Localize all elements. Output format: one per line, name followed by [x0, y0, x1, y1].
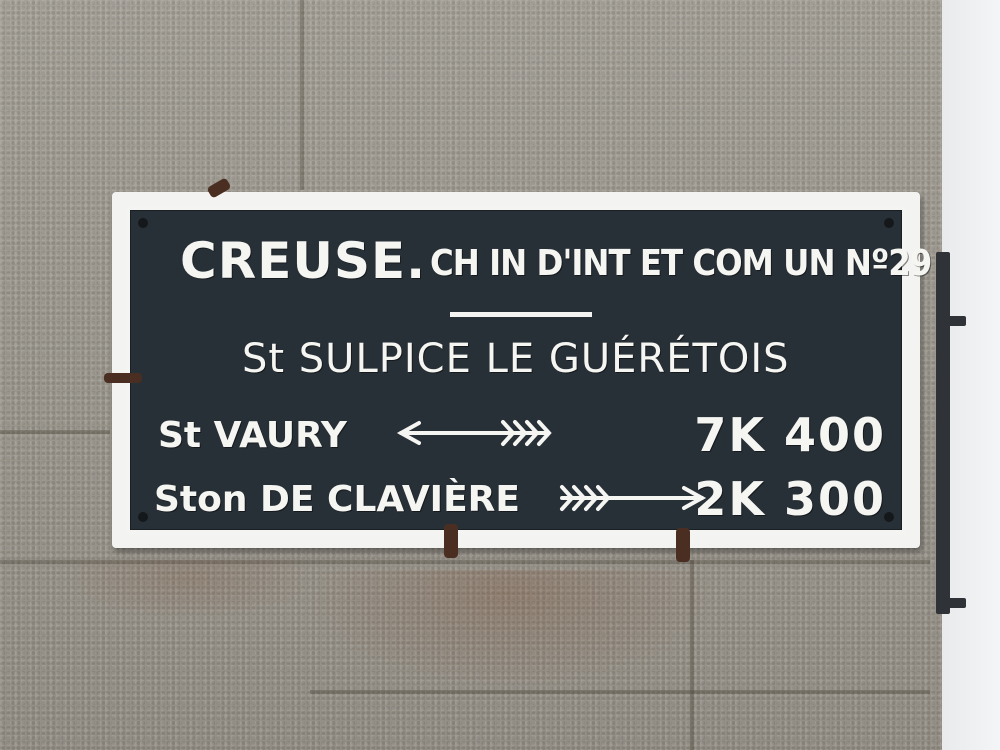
right-arrow-icon	[560, 485, 707, 511]
mounting-clip	[676, 528, 690, 562]
mortar-joint	[300, 0, 304, 190]
rust-stain	[60, 560, 320, 620]
sign-panel: CREUSE. CH IN D'INT ET COM UN Nº29 St SU…	[126, 206, 932, 534]
distance: 2K 300	[694, 472, 886, 526]
department-name: CREUSE.	[180, 232, 427, 290]
divider-line	[450, 312, 592, 317]
mounting-bracket	[936, 252, 950, 614]
distance: 7K 400	[694, 408, 886, 462]
bolt	[138, 512, 148, 522]
town-name: St SULPICE LE GUÉRÉTOIS	[242, 336, 790, 382]
bracket-arm	[940, 316, 966, 326]
mortar-joint	[0, 430, 110, 434]
bracket-arm	[940, 598, 966, 608]
road-sign: CREUSE. CH IN D'INT ET COM UN Nº29 St SU…	[112, 192, 932, 548]
left-arrow-icon	[396, 420, 552, 446]
mortar-joint	[310, 690, 930, 694]
destination-name: St VAURY	[158, 415, 347, 456]
bolt	[138, 218, 148, 228]
rust-stain	[300, 570, 720, 690]
road-designation: CH IN D'INT ET COM UN Nº29	[430, 243, 932, 284]
mounting-clip	[104, 373, 142, 383]
sky	[942, 0, 1000, 750]
bolt	[884, 218, 894, 228]
destination-name: Ston DE CLAVIÈRE	[154, 479, 520, 520]
mounting-clip	[444, 524, 458, 558]
